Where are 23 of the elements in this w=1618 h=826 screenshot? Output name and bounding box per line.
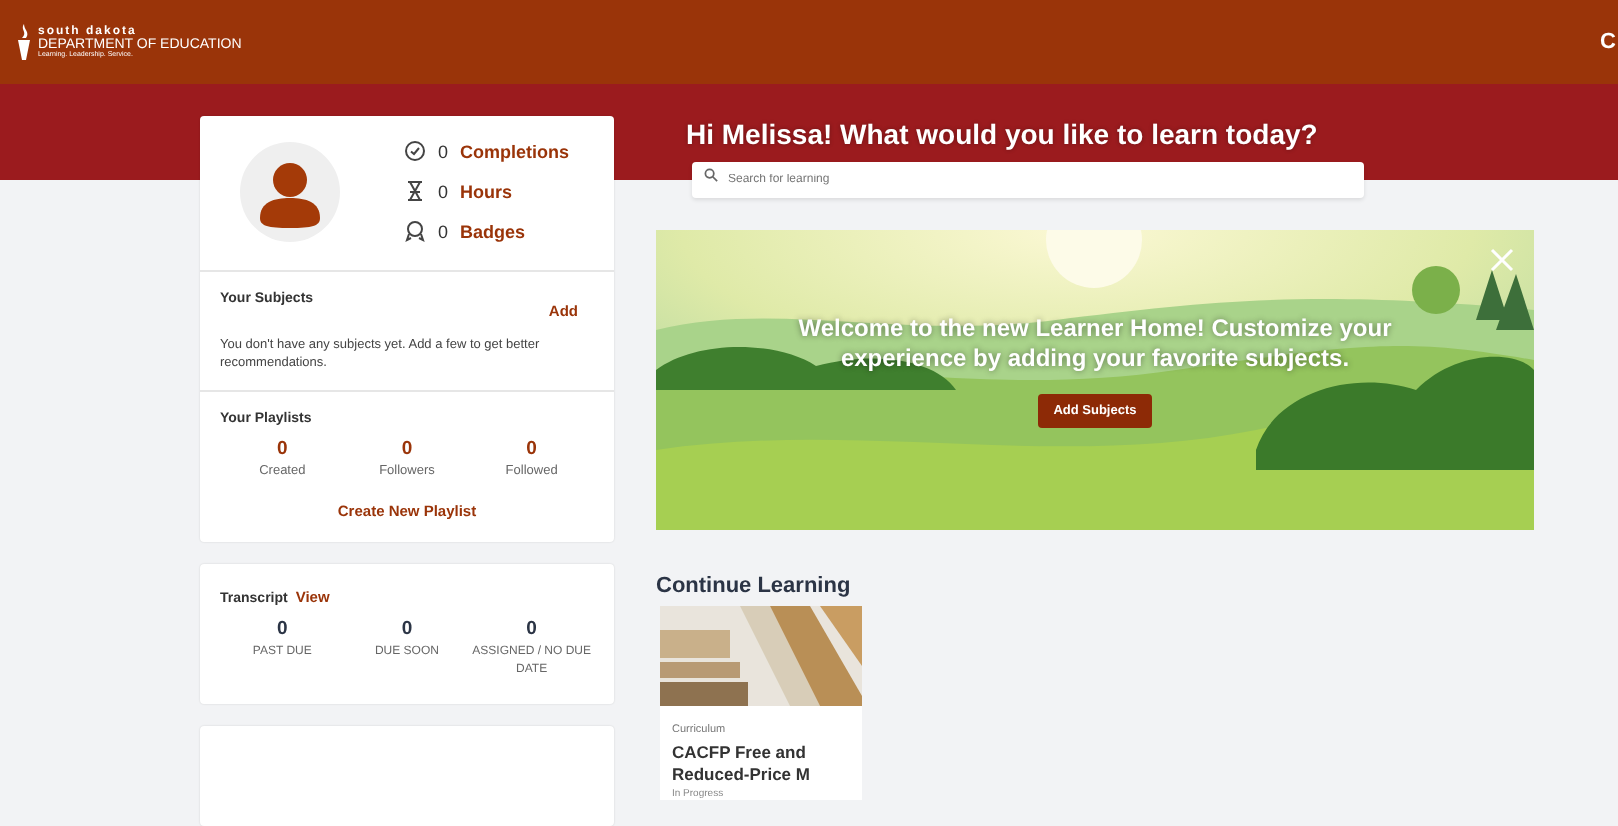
count-value: 0 xyxy=(526,437,537,460)
check-circle-icon xyxy=(404,140,426,162)
count-value: 0 xyxy=(401,437,413,460)
greeting-heading: Hi Melissa! What would you like to learn today? xyxy=(686,118,1320,150)
welcome-message: Welcome to the new Learner Home! Customize your experience by adding your favorite subjects. xyxy=(796,314,1394,374)
stat-link[interactable]: Hours xyxy=(460,181,513,201)
badge-icon xyxy=(404,220,426,242)
stat-link[interactable]: Completions xyxy=(460,141,570,161)
count-value: 0 xyxy=(526,617,537,640)
torch-icon xyxy=(16,24,32,60)
hourglass-icon xyxy=(404,180,426,202)
user-initial[interactable]: C xyxy=(1600,30,1616,54)
section-heading: Continue Learning xyxy=(656,574,853,598)
stat-count: 0 xyxy=(438,221,449,241)
count-value: 0 xyxy=(401,617,413,640)
count-value: 0 xyxy=(277,617,288,640)
stat-count: 0 xyxy=(438,141,449,161)
avatar-icon xyxy=(240,141,340,241)
stat-link[interactable]: Badges xyxy=(460,221,526,241)
count-value: 0 xyxy=(277,437,288,460)
close-icon[interactable] xyxy=(1490,248,1514,272)
course-title[interactable]: CACFP Free and Reduced-Price M xyxy=(672,742,850,787)
stat-count: 0 xyxy=(438,181,449,201)
